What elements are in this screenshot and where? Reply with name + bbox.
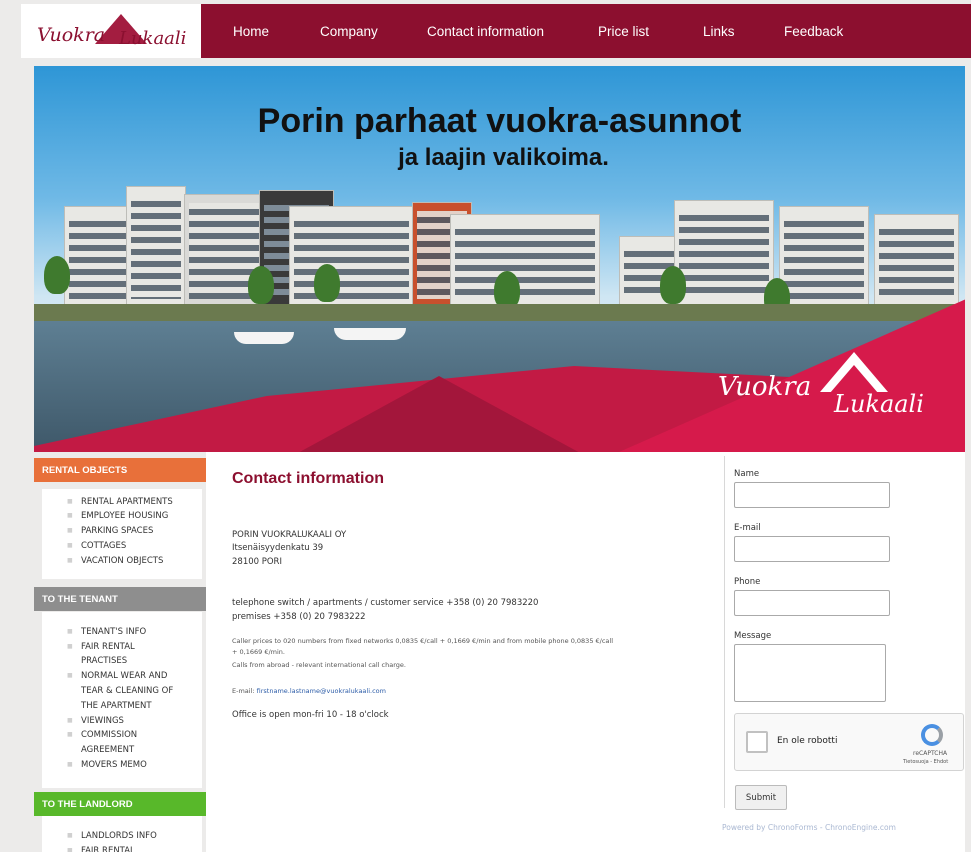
main-nav: Home Company Contact information Price l… — [201, 4, 971, 58]
message-label: Message — [734, 631, 772, 641]
sidebar-item-label: COMMISSION — [81, 730, 138, 740]
caller-prices-line2: + 0,1669 €/min. — [232, 648, 285, 656]
hero-logo-vuokra: Vuokra — [718, 372, 812, 402]
hero-tree — [44, 256, 70, 294]
bullet-icon: ■ — [67, 717, 73, 724]
sidebar-item-label: VIEWINGS — [81, 716, 124, 726]
nav-feedback[interactable]: Feedback — [784, 24, 843, 39]
nav-links[interactable]: Links — [703, 24, 735, 39]
logo-text-vuokra: Vuokra — [37, 24, 106, 46]
caller-prices-line1: Caller prices to 020 numbers from fixed … — [232, 637, 614, 645]
hero-banner: Porin parhaat vuokra-asunnot ja laajin v… — [34, 66, 965, 452]
recaptcha-checkbox[interactable] — [746, 731, 768, 753]
hero-building — [779, 206, 869, 306]
form-divider — [724, 456, 725, 808]
name-input[interactable] — [734, 482, 890, 508]
sidebar-item-label: PRACTISES — [81, 656, 128, 666]
bullet-icon: ■ — [67, 672, 73, 679]
page-title: Contact information — [232, 470, 384, 487]
hero-logo-lukaali: Lukaali — [834, 390, 924, 418]
sidebar-item-label: MOVERS MEMO — [81, 760, 147, 770]
email-label: E-mail — [734, 523, 761, 533]
bullet-icon: ■ — [67, 557, 73, 564]
hero-boat — [334, 328, 406, 340]
submit-button[interactable]: Submit — [735, 785, 787, 810]
recaptcha-brand: reCAPTCHA — [913, 750, 948, 757]
recaptcha-logo-icon — [921, 724, 943, 746]
bullet-icon: ■ — [67, 542, 73, 549]
hero-headline: Porin parhaat vuokra-asunnot — [257, 102, 742, 140]
sidebar-item-label: THE APARTMENT — [81, 701, 152, 711]
sidebar-item-label: TENANT'S INFO — [81, 627, 147, 637]
hero-tree — [314, 264, 340, 302]
sidebar-item-label: AGREEMENT — [81, 745, 135, 755]
bullet-icon: ■ — [67, 628, 73, 635]
email-link[interactable]: firstname.lastname@vuokralukaali.com — [257, 687, 386, 695]
email-label: E-mail: — [232, 687, 257, 695]
phone-premises: premises +358 (0) 20 7983222 — [232, 612, 366, 622]
email-line: E-mail: firstname.lastname@vuokralukaali… — [232, 686, 386, 696]
header: Vuokra Lukaali Home Company Contact info… — [0, 0, 971, 58]
recaptcha-label: En ole robotti — [777, 736, 838, 746]
hero-building — [289, 206, 414, 306]
recaptcha-terms[interactable]: Tietosuoja - Ehdot — [903, 759, 948, 765]
hero-building — [874, 214, 959, 306]
recaptcha-widget: En ole robotti reCAPTCHA Tietosuoja - Eh… — [734, 713, 964, 771]
email-input[interactable] — [734, 536, 890, 562]
sidebar-head-rental-objects[interactable]: RENTAL OBJECTS — [34, 458, 206, 482]
city-address: 28100 PORI — [232, 557, 282, 567]
sidebar-item-label: NORMAL WEAR AND — [81, 671, 168, 681]
bullet-icon: ■ — [67, 527, 73, 534]
caller-prices-line3: Calls from abroad - relevant internation… — [232, 661, 406, 669]
bullet-icon: ■ — [67, 643, 73, 650]
nav-contact-information[interactable]: Contact information — [427, 24, 544, 39]
company-name: PORIN VUOKRALUKAALI OY — [232, 530, 347, 540]
sidebar-item-label: TEAR & CLEANING OF — [81, 686, 174, 696]
bullet-icon: ■ — [67, 498, 73, 505]
logo-text-lukaali: Lukaali — [119, 28, 187, 49]
name-label: Name — [734, 469, 760, 479]
bullet-icon: ■ — [67, 832, 73, 839]
sidebar-item-label: LANDLORDS INFO — [81, 831, 157, 841]
sidebar-item-label: RENTAL APARTMENTS — [81, 497, 173, 507]
sidebar-head-to-the-tenant[interactable]: TO THE TENANT — [34, 587, 206, 611]
sidebar-head-to-the-landlord[interactable]: TO THE LANDLORD — [34, 792, 206, 816]
bullet-icon: ■ — [67, 512, 73, 519]
nav-home[interactable]: Home — [233, 24, 269, 39]
bullet-icon: ■ — [67, 761, 73, 768]
phone-label: Phone — [734, 577, 761, 587]
hero-building — [64, 206, 134, 306]
hero-building — [126, 186, 186, 306]
phone-switch: telephone switch / apartments / customer… — [232, 598, 539, 608]
phone-input[interactable] — [734, 590, 890, 616]
sidebar-item-label: VACATION OBJECTS — [81, 556, 164, 566]
hero-tree — [248, 266, 274, 304]
sidebar-item-label: FAIR RENTAL — [81, 846, 135, 852]
bullet-icon: ■ — [67, 847, 73, 852]
hero-tree — [660, 266, 686, 304]
hero-boat — [234, 332, 294, 344]
sidebar-item-label: PARKING SPACES — [81, 526, 154, 536]
hero-subheadline: ja laajin valikoima. — [398, 144, 609, 171]
nav-company[interactable]: Company — [320, 24, 378, 39]
sidebar-item-label: COTTAGES — [81, 541, 127, 551]
nav-price-list[interactable]: Price list — [598, 24, 649, 39]
hero-building — [674, 200, 774, 306]
hero-logo-roof-inner — [830, 365, 878, 393]
message-textarea[interactable] — [734, 644, 886, 702]
sidebar-item-label: EMPLOYEE HOUSING — [81, 511, 169, 521]
street-address: Itsenäisyydenkatu 39 — [232, 543, 324, 553]
hero-building — [450, 214, 600, 306]
powered-by-link[interactable]: Powered by ChronoForms - ChronoEngine.co… — [722, 823, 896, 832]
bullet-icon: ■ — [67, 731, 73, 738]
sidebar-item-label: FAIR RENTAL — [81, 642, 135, 652]
site-logo[interactable]: Vuokra Lukaali — [21, 4, 201, 58]
office-hours: Office is open mon-fri 10 - 18 o'clock — [232, 710, 389, 720]
